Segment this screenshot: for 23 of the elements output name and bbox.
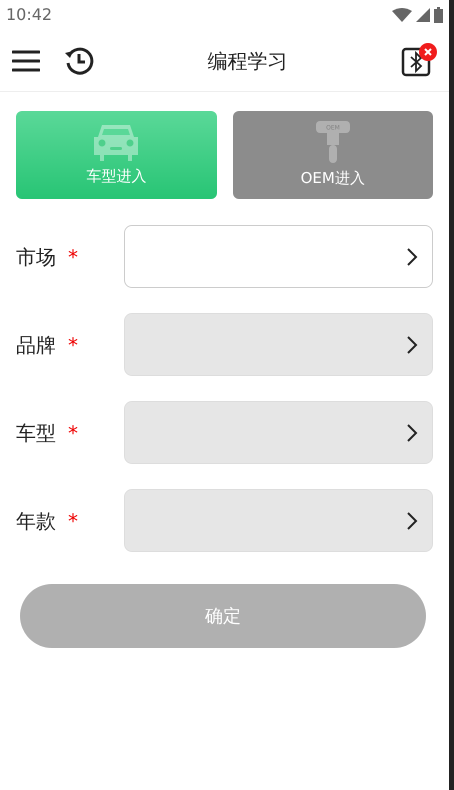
field-label: 品牌 <box>16 332 56 358</box>
bluetooth-icon[interactable] <box>401 42 437 78</box>
chevron-right-icon <box>406 510 418 530</box>
chevron-right-icon <box>406 334 418 354</box>
select-field[interactable] <box>124 225 433 288</box>
status-time: 10:42 <box>6 4 52 26</box>
signal-icon <box>416 8 430 22</box>
required-mark: * <box>68 508 78 534</box>
car-icon <box>92 122 140 161</box>
required-mark: * <box>68 244 78 270</box>
required-mark: * <box>68 420 78 446</box>
chevron-right-icon <box>406 422 418 442</box>
battery-icon <box>434 7 443 23</box>
entry-tab[interactable]: 车型进入 <box>16 111 216 199</box>
wifi-icon <box>392 8 412 22</box>
required-mark: * <box>68 332 78 358</box>
page-title: 编程学习 <box>208 48 288 72</box>
menu-icon[interactable] <box>12 50 40 72</box>
field-label: 年款 <box>16 508 56 534</box>
field-label: 车型 <box>16 420 56 446</box>
chevron-right-icon <box>406 246 418 266</box>
field-label: 市场 <box>16 244 56 270</box>
history-icon[interactable] <box>64 46 94 76</box>
